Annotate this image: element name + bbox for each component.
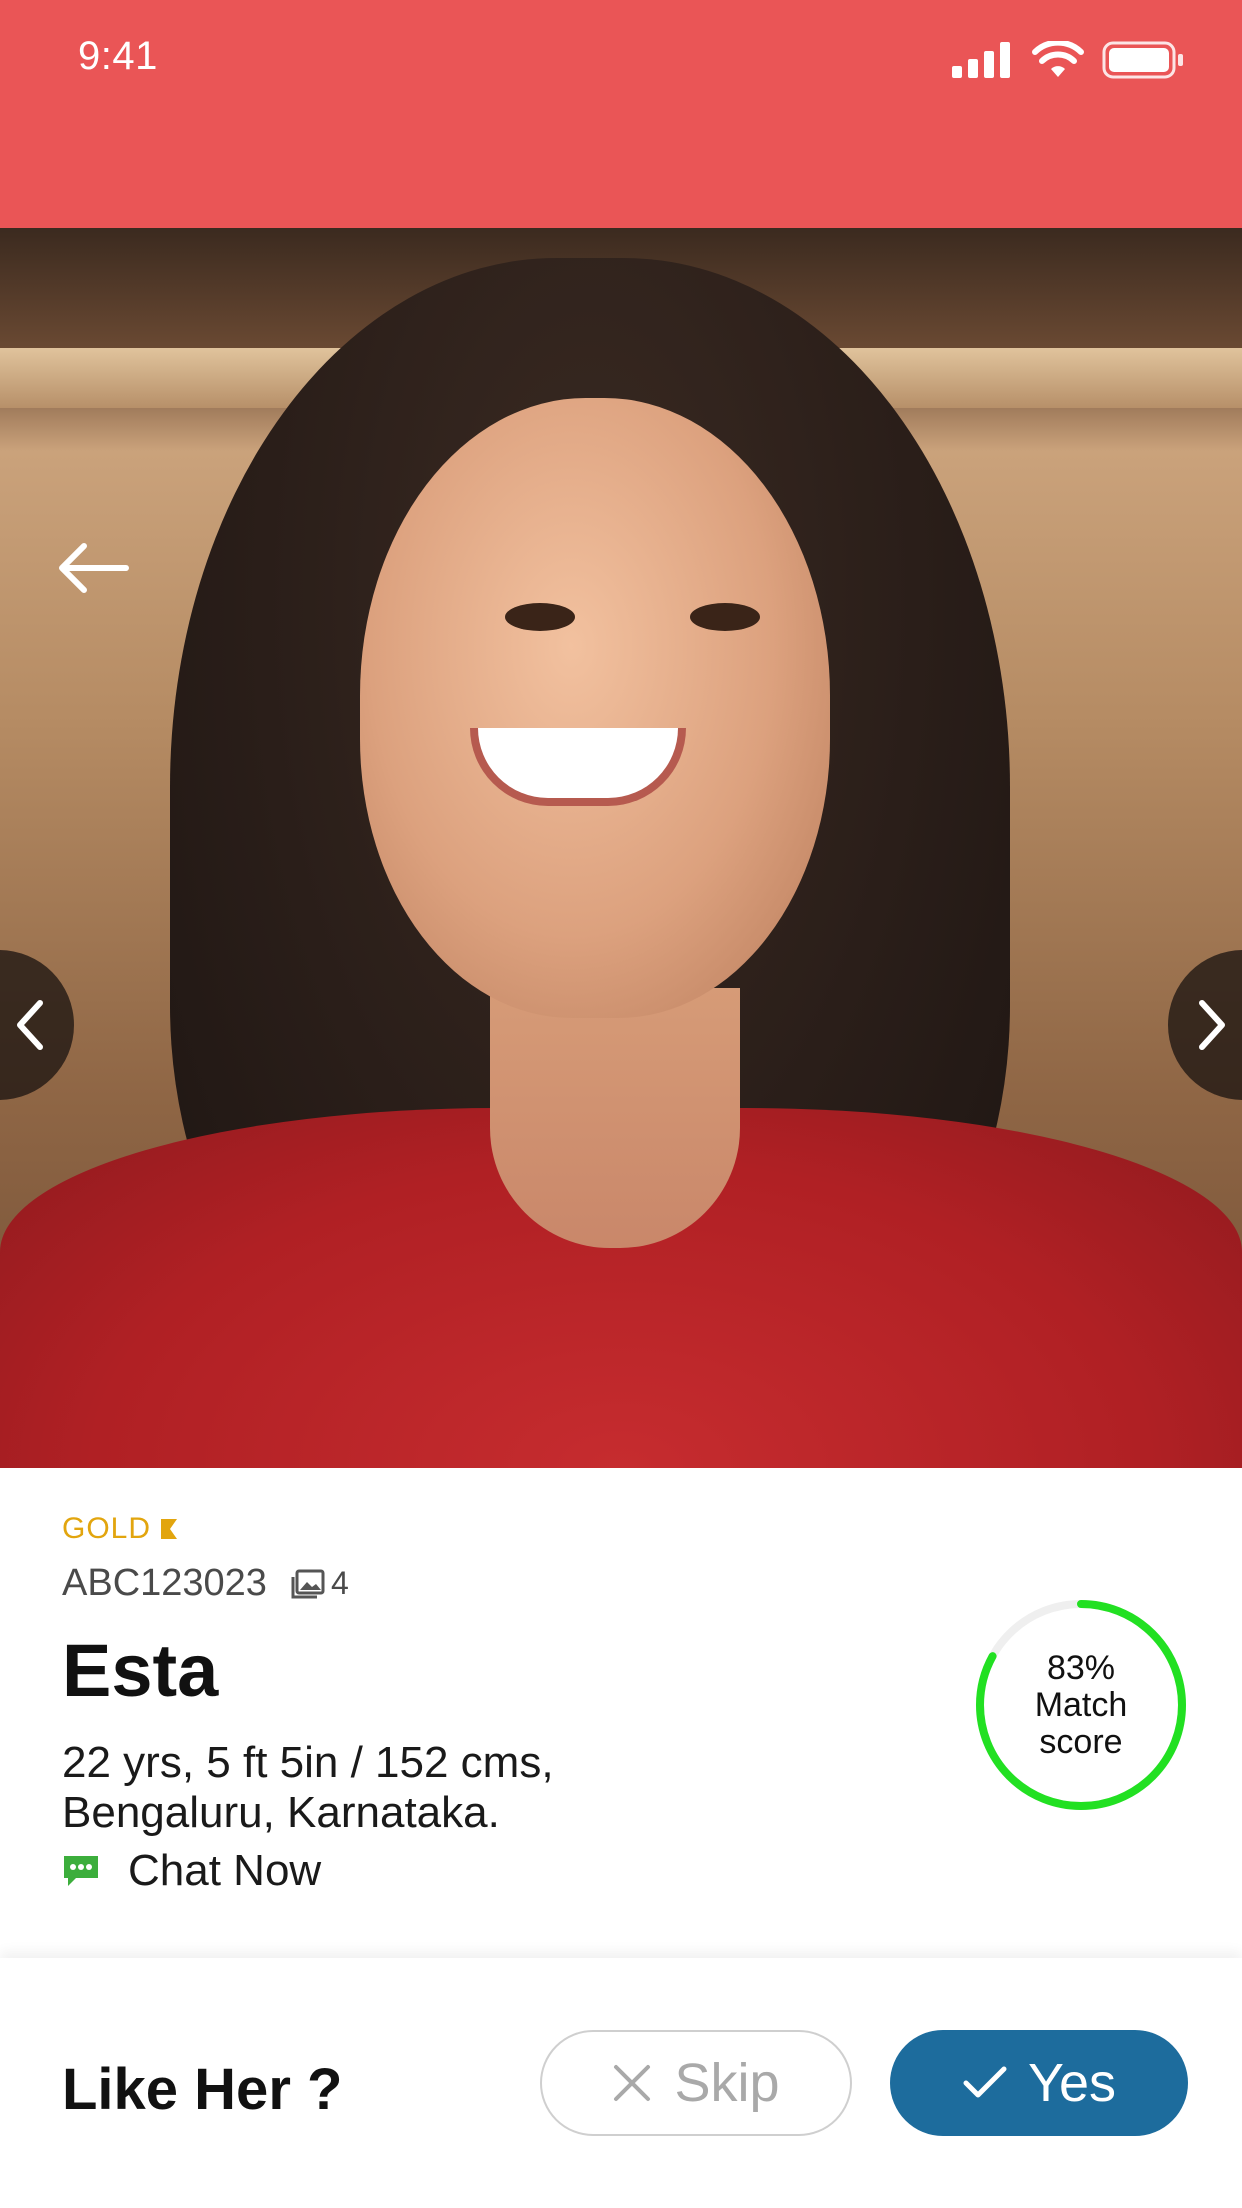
like-question: Like Her ? (62, 2057, 343, 2122)
score-label: score (1039, 1722, 1123, 1761)
photo-eye-right (690, 603, 760, 631)
details-age-height: 22 yrs, 5 ft 5in / 152 cms, (62, 1738, 554, 1787)
signal-icon (952, 42, 1010, 78)
wifi-icon (1032, 41, 1084, 77)
close-icon (614, 2065, 651, 2101)
next-photo-button[interactable] (1168, 950, 1242, 1100)
chat-now-label: Chat Now (128, 1846, 322, 1895)
photo-count[interactable]: 4 (291, 1565, 349, 1602)
yes-button[interactable]: Yes (890, 2030, 1188, 2136)
photo-count-value: 4 (330, 1565, 349, 1601)
match-score: 83% Match score (972, 1596, 1190, 1814)
profile-id: ABC123023 (62, 1562, 267, 1604)
crown-icon (161, 1519, 178, 1539)
photo-neck (490, 988, 740, 1248)
chat-bubble-icon (64, 1856, 98, 1886)
skip-button[interactable]: Skip (540, 2030, 852, 2136)
match-label: Match (1034, 1685, 1128, 1724)
previous-photo-button[interactable] (0, 950, 74, 1100)
status-time: 9:41 (78, 34, 158, 78)
tier-label: GOLD (62, 1512, 152, 1545)
header-bar: 9:41 (0, 0, 1242, 228)
membership-tier: GOLD (62, 1512, 179, 1546)
chevron-right-icon (1199, 1000, 1225, 1050)
profile-id-row: ABC123023 4 (62, 1562, 349, 1605)
match-percent: 83% (1046, 1648, 1116, 1687)
photo-face (360, 398, 830, 1018)
status-icons (952, 40, 1184, 80)
yes-label: Yes (1027, 2053, 1117, 2113)
skip-label: Skip (674, 2053, 780, 2113)
profile-name: Esta (62, 1629, 219, 1712)
action-bar: Like Her ? Skip Yes (0, 1958, 1242, 2208)
profile-details: 22 yrs, 5 ft 5in / 152 cms, Bengaluru, K… (62, 1738, 762, 1838)
battery-icon (1102, 41, 1183, 79)
match-score-text: 83% Match score (972, 1596, 1190, 1814)
profile-photo[interactable] (0, 228, 1242, 1468)
check-icon (963, 2066, 1007, 2098)
photo-eye-left (505, 603, 575, 631)
back-arrow-icon[interactable] (54, 538, 134, 598)
chat-now-link[interactable]: Chat Now (62, 1846, 321, 1896)
profile-info: GOLD ABC123023 4 Esta 22 yrs, 5 ft 5in /… (0, 1468, 1242, 1958)
details-location: Bengaluru, Karnataka. (62, 1788, 500, 1837)
chevron-left-icon (17, 1000, 43, 1050)
photos-icon (291, 1569, 325, 1598)
